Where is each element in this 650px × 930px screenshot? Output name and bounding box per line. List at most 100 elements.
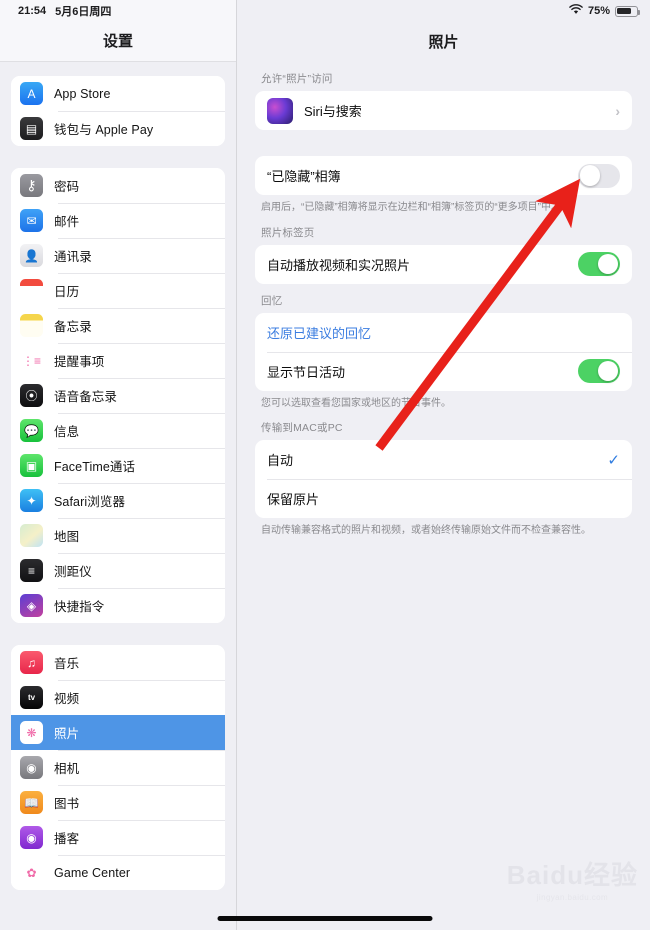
- siri-and-search-row[interactable]: Siri与搜索 ›: [255, 91, 632, 130]
- sidebar-item-备忘录[interactable]: 备忘录: [11, 308, 225, 343]
- sidebar-item-safari浏览器[interactable]: ✦ Safari浏览器: [11, 483, 225, 518]
- sidebar-item-label: 图书: [54, 797, 80, 811]
- sidebar-item-钱包与-apple-pay[interactable]: ▤ 钱包与 Apple Pay: [11, 111, 225, 146]
- notes-icon: [20, 314, 43, 337]
- holiday-events-label: 显示节日活动: [267, 364, 346, 380]
- sidebar-item-地图[interactable]: 地图: [11, 518, 225, 553]
- safari-icon: ✦: [20, 489, 43, 512]
- voice-memos-icon: ⦿: [20, 384, 43, 407]
- sidebar-item-label: App Store: [54, 86, 111, 101]
- facetime-icon: ▣: [20, 454, 43, 477]
- sidebar-item-信息[interactable]: 💬 信息: [11, 413, 225, 448]
- watermark-subtext: jingyan.baidu.com: [536, 893, 609, 902]
- home-indicator[interactable]: [217, 916, 433, 921]
- sidebar-item-通讯录[interactable]: 👤 通讯录: [11, 238, 225, 273]
- transfer-option-automatic[interactable]: 自动 ✓: [255, 440, 632, 479]
- autoplay-toggle[interactable]: [578, 252, 620, 276]
- calendar-icon: [20, 279, 43, 302]
- sidebar-item-label: 日历: [54, 285, 80, 299]
- sidebar-item-邮件[interactable]: ✉ 邮件: [11, 203, 225, 238]
- autoplay-label: 自动播放视频和实况照片: [267, 257, 411, 273]
- wallet-icon: ▤: [20, 117, 43, 140]
- sidebar-item-label: Safari浏览器: [54, 495, 126, 509]
- reset-memories-link: 还原已建议的回忆: [267, 325, 372, 341]
- memories-card: 还原已建议的回忆 显示节日活动: [255, 312, 632, 391]
- sidebar-scroll-area[interactable]: A App Store ▤ 钱包与 Apple Pay ⚷ 密码 ✉ 邮件 👤 通讯录日历备忘录 ⋮…: [0, 62, 236, 930]
- battery-icon: [615, 5, 641, 17]
- status-bar: 21:54 5月6日周四 75%: [0, 0, 650, 22]
- transfer-footer: 自动传输兼容格式的照片和视频，或者始终传输原始文件而不检查兼容性。: [261, 525, 591, 536]
- passwords-key-icon: ⚷: [20, 174, 43, 197]
- sidebar-item-app-store[interactable]: A App Store: [11, 76, 225, 111]
- sidebar-group: A App Store ▤ 钱包与 Apple Pay: [11, 76, 225, 146]
- sidebar-item-音乐[interactable]: ♫ 音乐: [11, 645, 225, 680]
- sidebar-item-facetime通话[interactable]: ▣ FaceTime通话: [11, 448, 225, 483]
- wifi-icon: [569, 4, 583, 18]
- siri-row-label: Siri与搜索: [304, 104, 362, 119]
- transfer-option-automatic-label: 自动: [267, 453, 294, 468]
- photos-icon: ❋: [20, 721, 43, 744]
- sidebar-item-语音备忘录[interactable]: ⦿ 语音备忘录: [11, 378, 225, 413]
- mail-icon: ✉: [20, 209, 43, 232]
- sidebar-item-密码[interactable]: ⚷ 密码: [11, 168, 225, 203]
- detail-scroll-area[interactable]: 允许“照片”访问 Siri与搜索 › “已隐藏”相簿 启用后，“已隐藏”相簿将显…: [237, 62, 650, 930]
- photos-settings-pane: 照片 允许“照片”访问 Siri与搜索 › “已隐藏”相簿 启用后，“已隐藏”相…: [237, 0, 650, 930]
- autoplay-row[interactable]: 自动播放视频和实况照片: [255, 245, 632, 284]
- sidebar-item-日历[interactable]: 日历: [11, 273, 225, 308]
- hidden-album-card: “已隐藏”相簿: [255, 156, 632, 195]
- section-header-photos-tab: 照片标签页: [261, 226, 315, 239]
- sidebar-item-快捷指令[interactable]: ◈ 快捷指令: [11, 588, 225, 623]
- sidebar-item-label: 通讯录: [54, 250, 92, 264]
- sidebar-item-提醒事项[interactable]: ⋮≡ 提醒事项: [11, 343, 225, 378]
- music-icon: ♫: [20, 651, 43, 674]
- sidebar-item-label: 钱包与 Apple Pay: [54, 123, 154, 137]
- checkmark-icon: ✓: [607, 451, 620, 469]
- ipad-settings-screen: 21:54 5月6日周四 75% 设置 A App Store ▤ 钱包与 Apple…: [0, 0, 650, 930]
- hidden-album-row[interactable]: “已隐藏”相簿: [255, 156, 632, 195]
- sidebar-item-label: 密码: [54, 180, 80, 194]
- sidebar-item-视频[interactable]: tv 视频: [11, 680, 225, 715]
- hidden-album-toggle[interactable]: [578, 163, 620, 188]
- sidebar-item-label: 地图: [54, 530, 80, 544]
- sidebar-item-label: 相机: [54, 762, 80, 776]
- sidebar-item-label: 提醒事项: [54, 355, 105, 369]
- sidebar-item-label: 音乐: [54, 657, 80, 671]
- sidebar-item-label: 邮件: [54, 215, 80, 229]
- shortcuts-icon: ◈: [20, 594, 43, 617]
- apple-tv-icon: tv: [20, 686, 43, 709]
- hidden-album-footer: 启用后，“已隐藏”相簿将显示在边栏和“相簿”标签页的“更多项目”中。: [261, 202, 561, 213]
- siri-icon: [267, 97, 293, 124]
- reset-memories-row[interactable]: 还原已建议的回忆: [255, 313, 632, 352]
- messages-icon: 💬: [20, 419, 43, 442]
- holiday-events-toggle[interactable]: [578, 359, 620, 383]
- access-card: Siri与搜索 ›: [255, 91, 632, 130]
- sidebar-item-测距仪[interactable]: ≡ 测距仪: [11, 553, 225, 588]
- sidebar-group: ♫ 音乐 tv 视频 ❋ 照片 ◉ 相机 📖 图书 ◉ 播客 ✿ Game Center: [11, 645, 225, 890]
- section-header-access: 允许“照片”访问: [261, 73, 333, 85]
- contacts-icon: 👤: [20, 244, 43, 267]
- sidebar-item-图书[interactable]: 📖 图书: [11, 785, 225, 820]
- memories-footer: 您可以选取查看您国家或地区的节日事件。: [261, 397, 451, 409]
- sidebar-item-game-center[interactable]: ✿ Game Center: [11, 855, 225, 890]
- chevron-right-icon: ›: [615, 102, 620, 119]
- sidebar-item-播客[interactable]: ◉ 播客: [11, 820, 225, 855]
- podcasts-icon: ◉: [20, 826, 43, 849]
- sidebar-item-label: 备忘录: [54, 320, 92, 334]
- transfer-option-keep-originals-label: 保留原片: [267, 492, 320, 507]
- watermark-text: Baidu经验: [506, 860, 638, 890]
- maps-icon: [20, 524, 43, 547]
- sidebar-item-label: 快捷指令: [54, 600, 105, 614]
- sidebar-item-label: 播客: [54, 832, 80, 846]
- measure-icon: ≡: [20, 559, 43, 582]
- baidu-watermark: Baidu经验 jingyan.baidu.com: [507, 855, 638, 902]
- sidebar-item-照片[interactable]: ❋ 照片: [11, 715, 225, 750]
- holiday-events-row[interactable]: 显示节日活动: [255, 351, 632, 391]
- sidebar-item-label: 语音备忘录: [54, 390, 118, 404]
- game-center-icon: ✿: [20, 861, 43, 884]
- transfer-option-keep-originals[interactable]: 保留原片: [255, 479, 632, 518]
- photos-tab-card: 自动播放视频和实况照片: [255, 244, 632, 284]
- section-header-memories: 回忆: [261, 294, 283, 307]
- app-store-icon: A: [20, 82, 43, 105]
- sidebar-item-相机[interactable]: ◉ 相机: [11, 750, 225, 785]
- camera-icon: ◉: [20, 756, 43, 779]
